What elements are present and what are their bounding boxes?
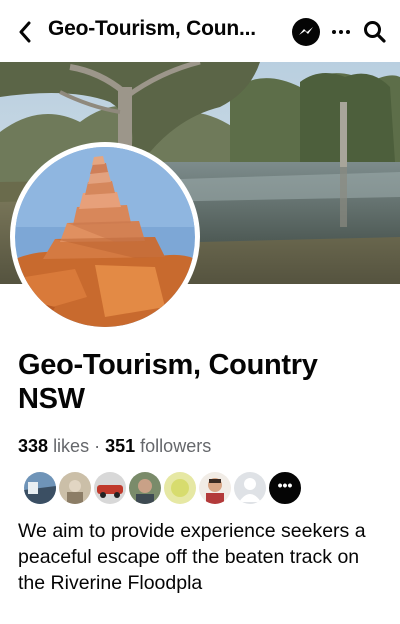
more-button[interactable] [330, 20, 352, 44]
page-stats: 338 likes · 351 followers [18, 436, 211, 457]
more-followers-icon: ••• [277, 477, 293, 493]
page-title: Geo-Tourism, Coun... [48, 17, 256, 40]
followers-label[interactable]: followers [140, 436, 211, 456]
stats-separator: · [94, 436, 101, 456]
likes-label[interactable]: likes [53, 436, 89, 456]
messenger-icon [299, 27, 313, 35]
chevron-left-icon [19, 21, 31, 43]
messenger-button[interactable] [292, 18, 320, 46]
page-name: Geo-Tourism, Country NSW [18, 349, 318, 415]
search-button[interactable] [362, 19, 388, 45]
default-avatar-icon [234, 472, 266, 504]
follower-photo-icon [199, 472, 231, 504]
more-icon [332, 30, 336, 34]
follower-avatar[interactable] [232, 470, 268, 506]
follower-avatars[interactable]: ••• [22, 470, 303, 506]
follower-photo-icon [164, 472, 196, 504]
follower-avatar[interactable] [197, 470, 233, 506]
likes-count: 338 [18, 436, 49, 456]
follower-avatar[interactable] [127, 470, 163, 506]
more-followers-button[interactable]: ••• [267, 470, 303, 506]
follower-avatar[interactable] [92, 470, 128, 506]
page-bio: We aim to provide experience seekers a p… [18, 520, 366, 594]
follower-photo-icon [94, 472, 126, 504]
follower-avatar[interactable] [57, 470, 93, 506]
top-bar: Geo-Tourism, Coun... [0, 0, 400, 62]
profile-picture[interactable] [10, 142, 200, 332]
follower-avatar[interactable] [22, 470, 58, 506]
back-button[interactable] [14, 19, 36, 45]
follower-photo-icon [24, 472, 56, 504]
follower-avatar[interactable] [162, 470, 198, 506]
follower-photo-icon [59, 472, 91, 504]
follower-photo-icon [129, 472, 161, 504]
search-icon [364, 21, 386, 43]
rock-cairn-image [15, 147, 195, 327]
followers-count: 351 [105, 436, 136, 456]
